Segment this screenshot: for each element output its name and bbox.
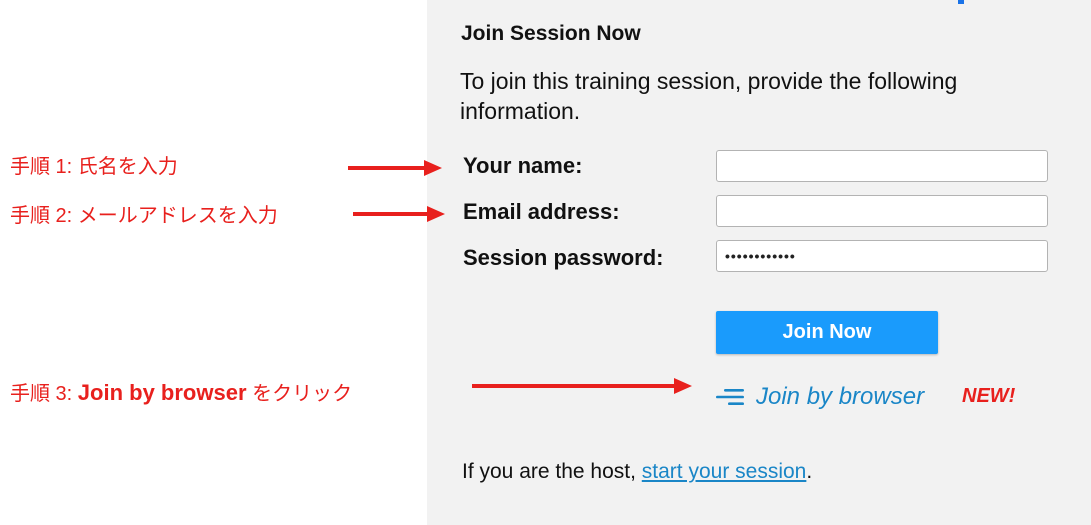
step3-bold: Join by browser	[77, 380, 247, 405]
email-input[interactable]	[716, 195, 1048, 227]
host-suffix: .	[806, 460, 813, 483]
red-arrow-icon	[472, 378, 692, 394]
step3-suffix: をクリック	[246, 383, 353, 405]
email-label: Email address:	[463, 199, 620, 224]
password-input[interactable]	[716, 240, 1048, 272]
page-title: Join Session Now	[461, 22, 641, 45]
name-label: Your name:	[463, 153, 583, 178]
step2-annotation: 手順 2: メールアドレスを入力	[10, 205, 278, 227]
join-browser-icon	[716, 389, 744, 405]
host-line: If you are the host, start your session.	[462, 460, 812, 484]
intro-text: To join this training session, provide t…	[460, 68, 958, 124]
red-arrow-icon	[353, 206, 445, 222]
step3-annotation: 手順 3: Join by browser をクリック	[10, 377, 352, 406]
red-arrow-icon	[348, 160, 442, 176]
start-session-link[interactable]: start your session	[642, 460, 807, 483]
step3-prefix: 手順 3:	[10, 383, 78, 405]
new-badge: NEW!	[962, 385, 1016, 407]
step1-annotation: 手順 1: 氏名を入力	[10, 156, 178, 178]
panel-top-mark	[958, 0, 964, 4]
password-label: Session password:	[463, 245, 664, 270]
join-now-button[interactable]: Join Now	[716, 311, 938, 354]
host-prefix: If you are the host,	[462, 460, 642, 483]
join-by-browser-link[interactable]: Join by browser	[716, 380, 924, 414]
join-by-browser-label: Join by browser	[756, 383, 925, 410]
name-input[interactable]	[716, 150, 1048, 182]
